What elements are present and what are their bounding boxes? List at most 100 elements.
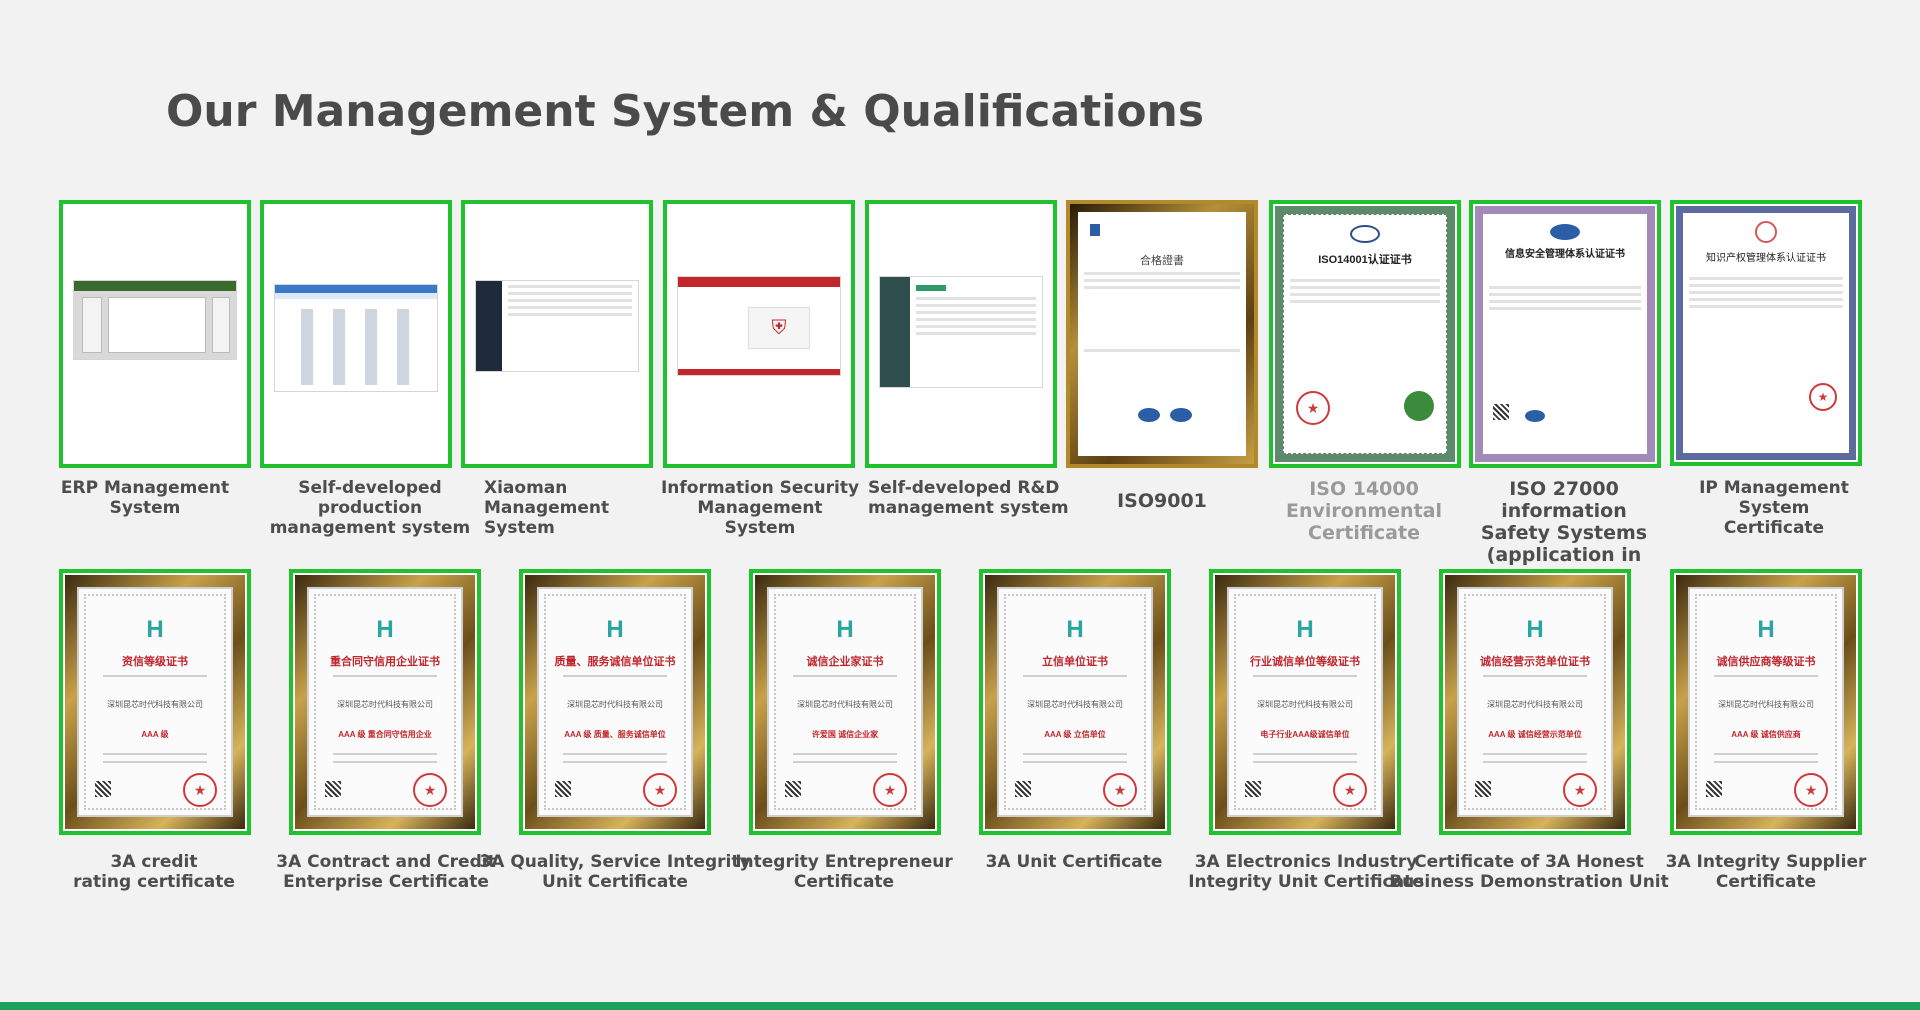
qr-code-icon bbox=[95, 781, 111, 797]
certificate-logo-icon: H bbox=[1066, 616, 1084, 643]
certificate-company: 深圳昆芯时代科技有限公司 bbox=[797, 700, 893, 709]
certificate-heading: 质量、服务诚信单位证书 bbox=[554, 655, 676, 668]
certificate-grade: AAA 级 诚信经营示范单位 bbox=[1488, 730, 1582, 739]
credit-certificate-label: Certificate of 3A Honest Business Demonst… bbox=[1389, 852, 1669, 892]
credit-certificate: H 资信等级证书深圳昆芯时代科技有限公司 AAA 级 ★ bbox=[77, 587, 233, 817]
certificate-grade: 电子行业AAA级诚信单位 bbox=[1260, 730, 1350, 739]
red-seal-icon: ★ bbox=[413, 773, 447, 807]
certificate-logo-icon: H bbox=[1526, 616, 1544, 643]
xiaoman-screenshot-card[interactable] bbox=[461, 200, 653, 468]
red-seal-icon: ★ bbox=[1333, 773, 1367, 807]
certificate-company: 深圳昆芯时代科技有限公司 bbox=[1027, 700, 1123, 709]
credit-certificate: H 质量、服务诚信单位证书深圳昆芯时代科技有限公司 AAA 级 质量、服务诚信单位 ★ bbox=[537, 587, 693, 817]
qr-code-icon bbox=[1015, 781, 1031, 797]
erp-screenshot-card[interactable] bbox=[59, 200, 251, 468]
production-screenshot bbox=[274, 284, 438, 392]
certificate-grade: 许爱国 诚信企业家 bbox=[811, 730, 879, 739]
credit-certificate: H 重合同守信用企业证书深圳昆芯时代科技有限公司 AAA 级 重合同守信用企业 ★ bbox=[307, 587, 463, 817]
certificate-heading: 诚信供应商等级证书 bbox=[1716, 655, 1816, 668]
erp-screenshot bbox=[73, 280, 237, 360]
label-infosec: Information Security Management System bbox=[660, 478, 860, 538]
ip-certificate-card[interactable]: 知识产权管理体系认证证书 ★ bbox=[1670, 200, 1862, 466]
qr-code-icon bbox=[1706, 781, 1722, 797]
credit-certificate-label: 3A Integrity Supplier Certificate bbox=[1665, 852, 1867, 892]
certificate-heading: 诚信企业家证书 bbox=[806, 655, 884, 668]
iso14001-certificate: ISO14001认证证书 ★ bbox=[1275, 206, 1455, 462]
qr-code-icon bbox=[1245, 781, 1261, 797]
credit-certificate: H 诚信企业家证书深圳昆芯时代科技有限公司 许爱国 诚信企业家 ★ bbox=[767, 587, 923, 817]
certificate-logo-icon: H bbox=[146, 616, 164, 643]
qr-code-icon bbox=[325, 781, 341, 797]
certificate-grade: AAA 级 质量、服务诚信单位 bbox=[564, 730, 666, 739]
credit-certificate-card[interactable]: H 诚信供应商等级证书深圳昆芯时代科技有限公司 AAA 级 诚信供应商 ★ bbox=[1670, 569, 1862, 835]
red-seal-icon: ★ bbox=[1103, 773, 1137, 807]
xiaoman-screenshot bbox=[475, 280, 639, 372]
label-iso9001: ISO9001 bbox=[1117, 490, 1207, 512]
certificate-company: 深圳昆芯时代科技有限公司 bbox=[567, 700, 663, 709]
certificate-company: 深圳昆芯时代科技有限公司 bbox=[337, 700, 433, 709]
infosec-screenshot: ⛨ bbox=[677, 276, 841, 376]
red-seal-icon: ★ bbox=[183, 773, 217, 807]
certificate-company: 深圳昆芯时代科技有限公司 bbox=[107, 700, 203, 709]
certificate-grade: AAA 级 bbox=[141, 730, 169, 739]
certificate-company: 深圳昆芯时代科技有限公司 bbox=[1718, 700, 1814, 709]
credit-certificate-card[interactable]: H 重合同守信用企业证书深圳昆芯时代科技有限公司 AAA 级 重合同守信用企业 ★ bbox=[289, 569, 481, 835]
ip-certificate: 知识产权管理体系认证证书 ★ bbox=[1676, 206, 1856, 460]
certificate-heading: 行业诚信单位等级证书 bbox=[1250, 655, 1360, 668]
certificate-logo-icon: H bbox=[1757, 616, 1775, 643]
certificate-heading: 资信等级证书 bbox=[122, 655, 188, 668]
certificate-heading: 重合同守信用企业证书 bbox=[330, 655, 440, 668]
credit-certificate-card[interactable]: H 诚信企业家证书深圳昆芯时代科技有限公司 许爱国 诚信企业家 ★ bbox=[749, 569, 941, 835]
credit-certificate-card[interactable]: H 资信等级证书深圳昆芯时代科技有限公司 AAA 级 ★ bbox=[59, 569, 251, 835]
credit-certificate: H 行业诚信单位等级证书深圳昆芯时代科技有限公司 电子行业AAA级诚信单位 ★ bbox=[1227, 587, 1383, 817]
iso9001-certificate: 合格證書 bbox=[1078, 212, 1246, 456]
certificate-logo-icon: H bbox=[1296, 616, 1314, 643]
red-seal-icon: ★ bbox=[1794, 773, 1828, 807]
certificate-heading: 立信单位证书 bbox=[1042, 655, 1108, 668]
label-erp: ERP Management System bbox=[60, 478, 230, 518]
certificate-logo-icon: H bbox=[836, 616, 854, 643]
certificate-grade: AAA 级 诚信供应商 bbox=[1731, 730, 1801, 739]
certificate-heading: 信息安全管理体系认证证书 bbox=[1505, 249, 1625, 260]
qr-code-icon bbox=[1475, 781, 1491, 797]
credit-certificate-card[interactable]: H 质量、服务诚信单位证书深圳昆芯时代科技有限公司 AAA 级 质量、服务诚信单位 ★ bbox=[519, 569, 711, 835]
rnd-screenshot-card[interactable] bbox=[865, 200, 1057, 468]
infosec-screenshot-card[interactable]: ⛨ bbox=[663, 200, 855, 468]
red-seal-icon: ★ bbox=[643, 773, 677, 807]
certificate-grade: AAA 级 重合同守信用企业 bbox=[338, 730, 432, 739]
label-rnd: Self-developed R&D management system bbox=[868, 478, 1069, 518]
certificate-company: 深圳昆芯时代科技有限公司 bbox=[1257, 700, 1353, 709]
iso14001-certificate-card[interactable]: ISO14001认证证书 ★ bbox=[1269, 200, 1461, 468]
label-production: Self-developed production management sys… bbox=[269, 478, 471, 538]
iso9001-certificate-card[interactable]: 合格證書 bbox=[1066, 200, 1258, 468]
iso27001-certificate-card[interactable]: 信息安全管理体系认证证书 bbox=[1469, 200, 1661, 468]
credit-certificate-card[interactable]: H 行业诚信单位等级证书深圳昆芯时代科技有限公司 电子行业AAA级诚信单位 ★ bbox=[1209, 569, 1401, 835]
credit-certificate-card[interactable]: H 立信单位证书深圳昆芯时代科技有限公司 AAA 级 立信单位 ★ bbox=[979, 569, 1171, 835]
certificate-heading: 知识产权管理体系认证证书 bbox=[1706, 253, 1826, 264]
red-seal-icon: ★ bbox=[1563, 773, 1597, 807]
certificate-heading: 诚信经营示范单位证书 bbox=[1480, 655, 1590, 668]
iso27001-certificate: 信息安全管理体系认证证书 bbox=[1475, 206, 1655, 462]
credit-certificate-label: 3A Unit Certificate bbox=[985, 852, 1163, 872]
certificate-heading: 合格證書 bbox=[1140, 255, 1184, 267]
page-title: Our Management System & Qualifications bbox=[166, 86, 1205, 137]
label-ip: IP Management System Certificate bbox=[1699, 478, 1849, 538]
credit-certificate-label: 3A credit rating certificate bbox=[73, 852, 235, 892]
bottom-accent-bar bbox=[0, 1002, 1920, 1010]
rnd-screenshot bbox=[879, 276, 1043, 388]
production-screenshot-card[interactable] bbox=[260, 200, 452, 468]
qr-code-icon bbox=[555, 781, 571, 797]
certificate-heading: ISO14001认证证书 bbox=[1318, 254, 1412, 266]
credit-certificate: H 诚信供应商等级证书深圳昆芯时代科技有限公司 AAA 级 诚信供应商 ★ bbox=[1688, 587, 1844, 817]
certificate-grade: AAA 级 立信单位 bbox=[1044, 730, 1106, 739]
qr-code-icon bbox=[785, 781, 801, 797]
certificate-logo-icon: H bbox=[376, 616, 394, 643]
certificate-logo-icon: H bbox=[606, 616, 624, 643]
credit-certificate: H 立信单位证书深圳昆芯时代科技有限公司 AAA 级 立信单位 ★ bbox=[997, 587, 1153, 817]
certificate-company: 深圳昆芯时代科技有限公司 bbox=[1487, 700, 1583, 709]
credit-certificate-label: Integrity Entrepreneur Certificate bbox=[735, 852, 953, 892]
credit-certificate-card[interactable]: H 诚信经营示范单位证书深圳昆芯时代科技有限公司 AAA 级 诚信经营示范单位 ★ bbox=[1439, 569, 1631, 835]
credit-certificate: H 诚信经营示范单位证书深圳昆芯时代科技有限公司 AAA 级 诚信经营示范单位 ★ bbox=[1457, 587, 1613, 817]
label-xiaoman: Xiaoman Management System bbox=[484, 478, 610, 538]
red-seal-icon: ★ bbox=[873, 773, 907, 807]
